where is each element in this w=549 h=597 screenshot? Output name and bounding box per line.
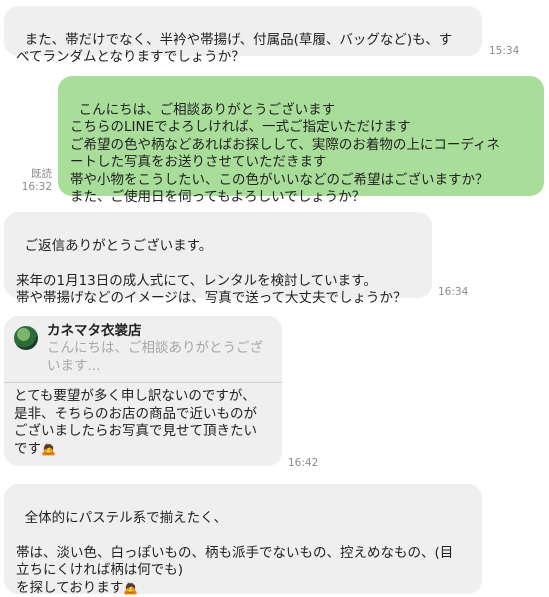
quoted-message-text: こんにちは、ご相談ありがとうござ います... (47, 340, 267, 375)
message-timestamp: 16:34 (438, 286, 468, 298)
message-text: こんにちは、ご相談ありがとうございます こちらのLINEでよろしければ、一式ご指… (70, 102, 500, 206)
read-receipt: 既読 16:32 (18, 168, 52, 194)
bowing-person-emoji: 🙇 (41, 441, 56, 459)
quoted-message[interactable]: カネマタ衣裳店 こんにちは、ご相談ありがとうござ います... (4, 316, 282, 382)
message-text: 全体的にパステル系で揃えたく、 帯は、淡い色、白っぽいもの、柄も派手でないもの、… (16, 510, 453, 596)
avatar (14, 326, 38, 350)
message-timestamp: 15:34 (489, 45, 519, 57)
message-bubble-incoming[interactable]: また、帯だけでなく、半衿や帯揚げ、付属品(草履、バッグなど)も、す べてランダム… (4, 6, 482, 56)
message-timestamp: 16:42 (288, 457, 318, 469)
message-bubble-incoming[interactable]: ご返信ありがとうございます。 来年の1月13日の成人式にて、レンタルを検討してい… (4, 212, 432, 298)
quoted-sender-name: カネマタ衣裳店 (47, 322, 142, 340)
read-status: 既読 (18, 168, 52, 181)
message-timestamp: 16:32 (18, 181, 52, 194)
reply-message-bubble[interactable]: カネマタ衣裳店 こんにちは、ご相談ありがとうござ います... とても要望が多く… (4, 316, 282, 466)
message-body: とても要望が多く申し訳ないのですが、 是非、そちらのお店の商品で近いものが ござ… (14, 388, 276, 458)
message-bubble-incoming[interactable]: 全体的にパステル系で揃えたく、 帯は、淡い色、白っぽいもの、柄も派手でないもの、… (4, 484, 482, 594)
message-text: ご返信ありがとうございます。 来年の1月13日の成人式にて、レンタルを検討してい… (16, 238, 407, 307)
bowing-person-emoji: 🙇 (123, 580, 138, 597)
message-bubble-outgoing[interactable]: こんにちは、ご相談ありがとうございます こちらのLINEでよろしければ、一式ご指… (58, 76, 544, 196)
message-text: また、帯だけでなく、半衿や帯揚げ、付属品(草履、バッグなど)も、す べてランダム… (16, 32, 452, 66)
quote-divider (4, 382, 282, 383)
